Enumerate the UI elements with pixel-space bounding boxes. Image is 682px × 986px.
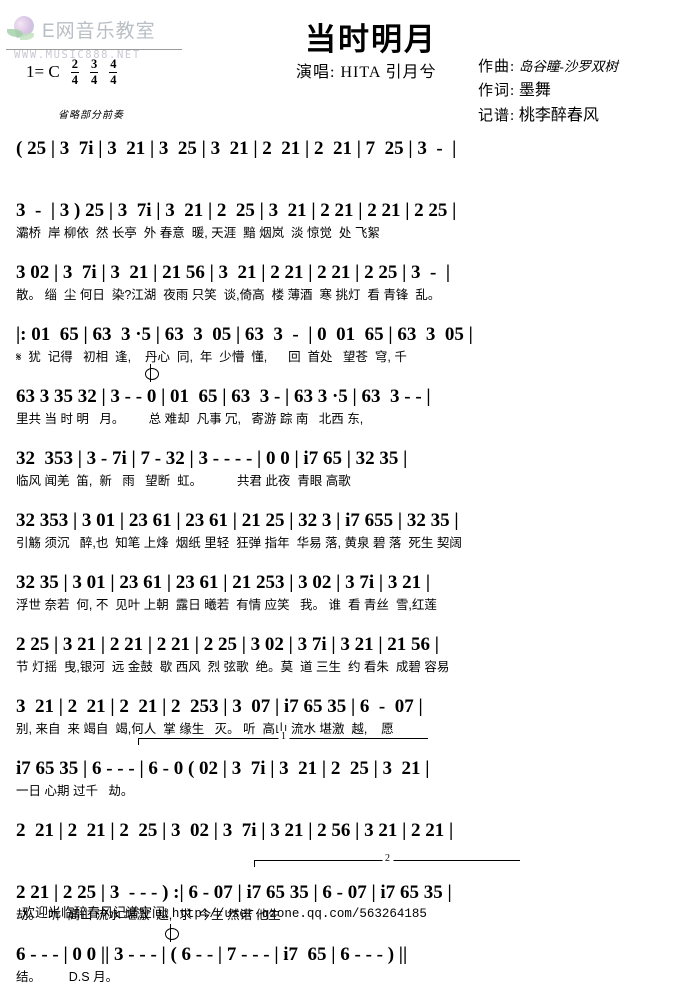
lyrics-row: 引觞 须沉 醉,也 知笔 上烽 烟纸 里轻 狂弹 指年 华易 落, 黄泉 碧 落… — [16, 536, 462, 550]
page-title: 当时明月 — [305, 22, 437, 57]
notes-row: i7 65 35 | 6 - - - | 6 - 0 ( 02 | 3 7i |… — [16, 758, 430, 779]
lyrics-row: 节 灯摇 曳,银河 远 金鼓 歇 西风 烈 弦歌 绝。莫 道 三生 约 看朱 成… — [16, 660, 450, 674]
notes-row: 6 - - - | 0 0 || 3 - - - | ( 6 - - | 7 -… — [16, 944, 408, 965]
score-line-8: 32 35 | 3 01 | 23 61 | 23 61 | 21 253 | … — [16, 554, 666, 614]
score-line-3: 3 02 | 3 7i | 3 21 | 21 56 | 3 21 | 2 21… — [16, 244, 666, 304]
lyrics-row: 里共 当 时 明 月。 总 难却 凡事 冗, 寄游 踪 南 北西 东, — [16, 412, 364, 426]
notes-row: 32 35 | 3 01 | 23 61 | 23 61 | 21 253 | … — [16, 572, 431, 593]
notes-row: ( 25 | 3 7i | 3 21 | 3 25 | 3 21 | 2 21 … — [16, 138, 457, 159]
ending-bracket-2: 2 — [254, 853, 520, 867]
coda-icon-2 — [164, 924, 179, 942]
score-line-1: 省略部分前奏 ( 25 | 3 7i | 3 21 | 3 25 | 3 21 … — [16, 110, 666, 180]
footer-url[interactable]: http://user.qzone.qq.com/563264185 — [172, 907, 427, 921]
credit-lyricist: 作词: 墨舞 — [478, 82, 551, 100]
key-label: 1= C — [26, 62, 60, 81]
score-body: 省略部分前奏 ( 25 | 3 7i | 3 21 | 3 25 | 3 21 … — [0, 110, 682, 986]
time-signature-2-4: 2 4 — [70, 57, 79, 87]
lyrics-row: 结。 D.S 月。 — [16, 970, 119, 984]
score-line-11: i7 65 35 | 6 - - - | 6 - 0 ( 02 | 3 7i |… — [16, 740, 666, 800]
lyrics-row: 灞桥 岸 柳依 然 长亭 外 春意 暖, 天涯 黯 烟岚 淡 惊觉 处 飞絮 — [16, 226, 380, 240]
singer-credit: 演唱: HITA 引月兮 — [296, 64, 437, 81]
score-line-7: 32 353 | 3 01 | 23 61 | 23 61 | 21 25 | … — [16, 492, 666, 552]
footer-text: 欢迎光临醉春风记谱空间: — [22, 905, 169, 920]
time-signature-4-4: 4 4 — [109, 57, 118, 87]
prelude-note: 省略部分前奏 — [58, 110, 124, 121]
score-line-9: 2 25 | 3 21 | 2 21 | 2 21 | 2 25 | 3 02 … — [16, 616, 666, 676]
footer-credit: 欢迎光临醉春风记谱空间: http://user.qzone.qq.com/56… — [22, 902, 427, 921]
lyrics-row: 别, 来自 来 竭自 竭,何人 掌 缘生 灭。 听 高山 流水 堪激 越, 愿 — [16, 722, 394, 736]
notes-row: 32 353 | 3 - 7i | 7 - 32 | 3 - - - - | 0… — [16, 448, 408, 469]
sheet-header: E网音乐教室 WWW.MUSIC888.NET 1= C 2 4 3 4 4 4… — [0, 0, 682, 124]
lyrics-row — [16, 160, 666, 180]
score-line-5: 63 3 35 32 | 3 - - 0 | 01 65 | 63 3 - | … — [16, 364, 666, 428]
score-line-6: 32 353 | 3 - 7i | 7 - 32 | 3 - - - - | 0… — [16, 430, 666, 490]
notes-row: 2 21 | 2 21 | 2 25 | 3 02 | 3 7i | 3 21 … — [16, 820, 454, 841]
notes-row: 3 - | 3 ) 25 | 3 7i | 3 21 | 2 25 | 3 21… — [16, 200, 457, 221]
score-line-14: 6 - - - | 0 0 || 3 - - - | ( 6 - - | 7 -… — [16, 924, 666, 986]
notes-row: 2 25 | 3 21 | 2 21 | 2 21 | 2 25 | 3 02 … — [16, 634, 439, 655]
lyrics-row: 散。 缁 尘 何日 染?江湖 夜雨 只笑 谈,倚高 楼 薄酒 寒 挑灯 看 青锋… — [16, 288, 441, 302]
notes-row: 32 353 | 3 01 | 23 61 | 23 61 | 21 25 | … — [16, 510, 459, 531]
lyrics-row — [16, 842, 666, 862]
notes-row: |: 01 65 | 63 3 ·5 | 63 3 05 | 63 3 - | … — [16, 324, 473, 345]
coda-icon — [144, 364, 159, 382]
notes-row: 63 3 35 32 | 3 - - 0 | 01 65 | 63 3 - | … — [16, 386, 431, 407]
lyrics-row: 一日 心期 过千 劫。 — [16, 784, 134, 798]
credit-composer: 作曲: 岛谷瞳-沙罗双树 — [478, 59, 618, 75]
time-signature-3-4: 3 4 — [89, 57, 99, 87]
score-line-4: |: 01 65 | 63 3 ·5 | 63 3 05 | 63 3 - | … — [16, 306, 666, 366]
lyrics-row: 临风 闻羌 笛, 新 雨 望断 虹。 共君 此夜 青眼 高歌 — [16, 474, 351, 488]
score-line-12: 2 21 | 2 21 | 2 25 | 3 02 | 3 7i | 3 21 … — [16, 802, 666, 862]
notes-row: 2 21 | 2 25 | 3 - - - ) :| 6 - 07 | i7 6… — [16, 882, 452, 903]
lyrics-row: 浮世 奈若 何, 不 见叶 上朝 露日 曦若 有情 应笑 我。 谁 看 青丝 雪… — [16, 598, 437, 612]
score-line-2: 3 - | 3 ) 25 | 3 7i | 3 21 | 2 25 | 3 21… — [16, 182, 666, 242]
lyrics-row: 𝄋 犹 记得 初相 逢, 丹心 同, 年 少懵 懂, 回 首处 望苍 穹, 千 — [16, 350, 407, 364]
credits-block: 作曲: 岛谷瞳-沙罗双树 作词: 墨舞 记谱: 桃李醉春风 — [478, 56, 618, 129]
score-line-10: 3 21 | 2 21 | 2 21 | 2 253 | 3 07 | i7 6… — [16, 678, 666, 745]
key-signature: 1= C 2 4 3 4 4 4 — [26, 57, 118, 87]
notes-row: 3 02 | 3 7i | 3 21 | 21 56 | 3 21 | 2 21… — [16, 262, 451, 283]
notes-row: 3 21 | 2 21 | 2 21 | 2 253 | 3 07 | i7 6… — [16, 696, 423, 717]
